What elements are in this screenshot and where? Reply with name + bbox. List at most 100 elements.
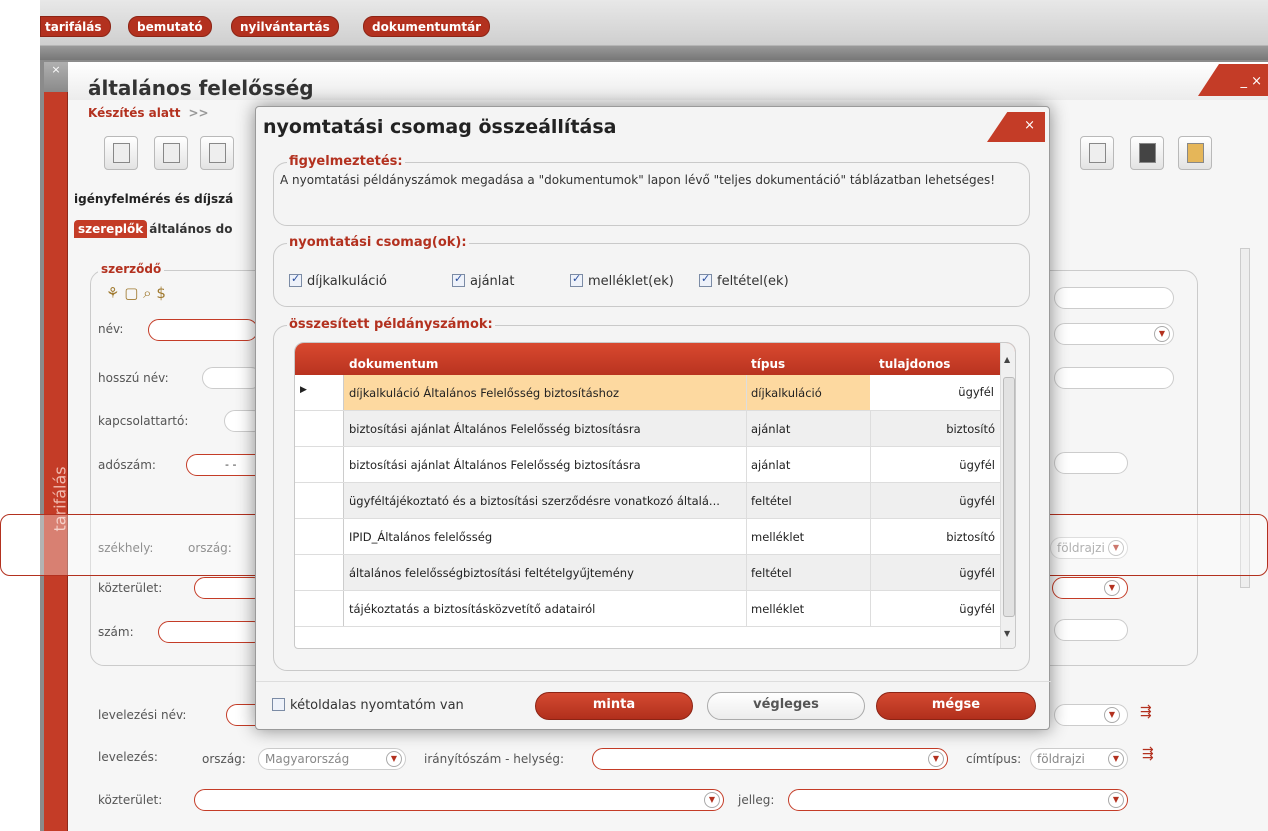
contract-toolbar-icons[interactable]: ⚘ ▢ ⌕ $ (106, 284, 166, 302)
row-selector[interactable] (295, 591, 344, 626)
row-selector[interactable] (295, 519, 344, 554)
row-selector[interactable] (295, 447, 344, 482)
duplex-checkbox[interactable]: kétoldalas nyomtatóm van (272, 698, 464, 713)
table-row[interactable]: ▶ díjkalkuláció Általános Felelősség biz… (295, 375, 1000, 411)
name-input[interactable] (148, 319, 258, 341)
chevron-down-icon[interactable]: ▼ (386, 751, 402, 767)
package-melleklet[interactable]: melléklet(ek) (570, 272, 674, 289)
chevron-down-icon[interactable]: ▼ (1108, 751, 1124, 767)
chevron-down-icon[interactable]: ▼ (1154, 326, 1170, 342)
column-header-dokumentum[interactable]: dokumentum (349, 357, 438, 371)
final-button[interactable]: végleges (707, 692, 865, 720)
contract-legend: szerződő (98, 262, 165, 276)
table-row[interactable]: általános felelősségbiztosítási feltétel… (295, 555, 1000, 591)
tab-szereplok[interactable]: szereplők (74, 220, 148, 238)
tax-input[interactable]: - - (186, 454, 266, 476)
tab-bemutato[interactable]: bemutató (128, 16, 212, 37)
scroll-thumb[interactable] (1003, 377, 1015, 617)
summary-fieldset: összesített példányszámok: dokumentum tí… (273, 317, 1030, 671)
table-row[interactable]: IPID_Általános felelősség melléklet bizt… (295, 519, 1000, 555)
print-package-dialog: nyomtatási csomag összeállítása × figyel… (255, 106, 1051, 731)
summary-legend: összesített példányszámok: (287, 317, 495, 332)
sample-button[interactable]: minta (535, 692, 693, 720)
right-field-5[interactable] (1054, 619, 1128, 641)
tab-tarifalas[interactable]: tarifálás (40, 16, 111, 37)
package-ajanlat[interactable]: ajánlat (452, 272, 514, 289)
number-label: szám: (98, 625, 134, 639)
package-dijkalkulacio[interactable]: díjkalkuláció (289, 272, 387, 289)
chevron-down-icon[interactable]: ▼ (1104, 580, 1120, 596)
zip-city-input[interactable] (592, 748, 948, 770)
right-field-1[interactable] (1054, 287, 1174, 309)
table-row[interactable]: tájékoztatás a biztosításközvetítő adata… (295, 591, 1000, 627)
cell-owner: biztosító (946, 530, 995, 544)
table-row[interactable]: biztosítási ajánlat Általános Felelősség… (295, 411, 1000, 447)
column-divider (746, 591, 747, 626)
tab-dokumentumtar[interactable]: dokumentumtár (363, 16, 491, 37)
sidebar-close-icon[interactable]: × (44, 62, 68, 92)
cell-owner: ügyfél (959, 494, 995, 508)
street2-input[interactable] (194, 789, 724, 811)
cell-owner: ügyfél (959, 458, 995, 472)
status-label: Készítés alatt >> (88, 106, 209, 120)
package-label: feltétel(ek) (717, 274, 789, 289)
column-header-tulajdonos[interactable]: tulajdonos (879, 357, 950, 371)
row-selector[interactable] (295, 483, 344, 518)
table-row[interactable]: biztosítási ajánlat Általános Felelősség… (295, 447, 1000, 483)
top-strip (40, 46, 1268, 60)
row-selector[interactable]: ▶ (295, 375, 344, 410)
cell-type: ajánlat (751, 458, 791, 472)
cell-type: melléklet (751, 530, 805, 544)
chevron-down-icon[interactable]: ▼ (1108, 792, 1124, 808)
mail-country-dropdown[interactable]: Magyarország (258, 748, 406, 770)
window-controls[interactable]: _ × (1240, 74, 1262, 89)
checkbox-checked-icon[interactable] (699, 272, 712, 287)
checkbox-checked-icon[interactable] (289, 272, 302, 287)
row-selector[interactable] (295, 555, 344, 590)
cell-document: IPID_Általános felelősség (349, 530, 493, 544)
checkbox-checked-icon[interactable] (452, 272, 465, 287)
row-selector[interactable] (295, 411, 344, 446)
cell-type: feltétel (751, 566, 792, 580)
calculator-button[interactable] (1130, 136, 1164, 170)
character-input[interactable] (788, 789, 1128, 811)
scroll-up-icon[interactable]: ▲ (1004, 355, 1010, 364)
image-button[interactable] (1080, 136, 1114, 170)
cell-document: biztosítási ajánlat Általános Felelősség… (349, 458, 641, 472)
chevron-down-icon[interactable]: ▼ (1104, 707, 1120, 723)
scroll-down-icon[interactable]: ▼ (1004, 629, 1010, 638)
checkbox-unchecked-icon[interactable] (272, 698, 285, 711)
street-label: közterület: (98, 581, 163, 595)
tab-nyilvantartas[interactable]: nyilvántartás (231, 16, 339, 37)
new-document-button[interactable] (154, 136, 188, 170)
export-button[interactable] (200, 136, 234, 170)
copy-address-icon[interactable]: ⇶ (1140, 704, 1152, 720)
close-icon[interactable]: × (987, 112, 1045, 142)
right-field-2[interactable] (1054, 367, 1174, 389)
chevron-down-icon[interactable]: ▼ (704, 792, 720, 808)
copy-address-icon[interactable]: ⇶ (1142, 746, 1154, 762)
cancel-button[interactable]: mégse (876, 692, 1036, 720)
checkbox-checked-icon[interactable] (570, 272, 583, 287)
table-scrollbar[interactable]: ▲ ▼ (1000, 343, 1015, 648)
package-button[interactable] (1178, 136, 1212, 170)
row-pointer-icon: ▶ (300, 385, 307, 395)
right-field-3[interactable] (1054, 452, 1128, 474)
column-divider (746, 375, 747, 410)
tab-altalanos[interactable]: általános do (147, 220, 234, 238)
long-name-input[interactable] (202, 367, 262, 389)
zip-city-label: irányítószám - helység: (424, 752, 564, 766)
street-input[interactable] (194, 577, 264, 599)
long-name-label: hosszú név: (98, 371, 169, 385)
mail-country-label: ország: (202, 752, 246, 766)
package-feltetel[interactable]: feltétel(ek) (699, 272, 789, 289)
table-row[interactable]: ügyféltájékoztató és a biztosítási szerz… (295, 483, 1000, 519)
document-button[interactable] (104, 136, 138, 170)
document-icon (113, 143, 130, 163)
page-title: általános felelősség (88, 76, 314, 100)
status-arrow[interactable]: >> (188, 106, 208, 120)
column-header-tipus[interactable]: típus (751, 357, 785, 371)
dialog-footer: kétoldalas nyomtatóm van minta végleges … (256, 681, 1051, 731)
chevron-down-icon[interactable]: ▼ (928, 751, 944, 767)
number-input[interactable] (158, 621, 264, 643)
